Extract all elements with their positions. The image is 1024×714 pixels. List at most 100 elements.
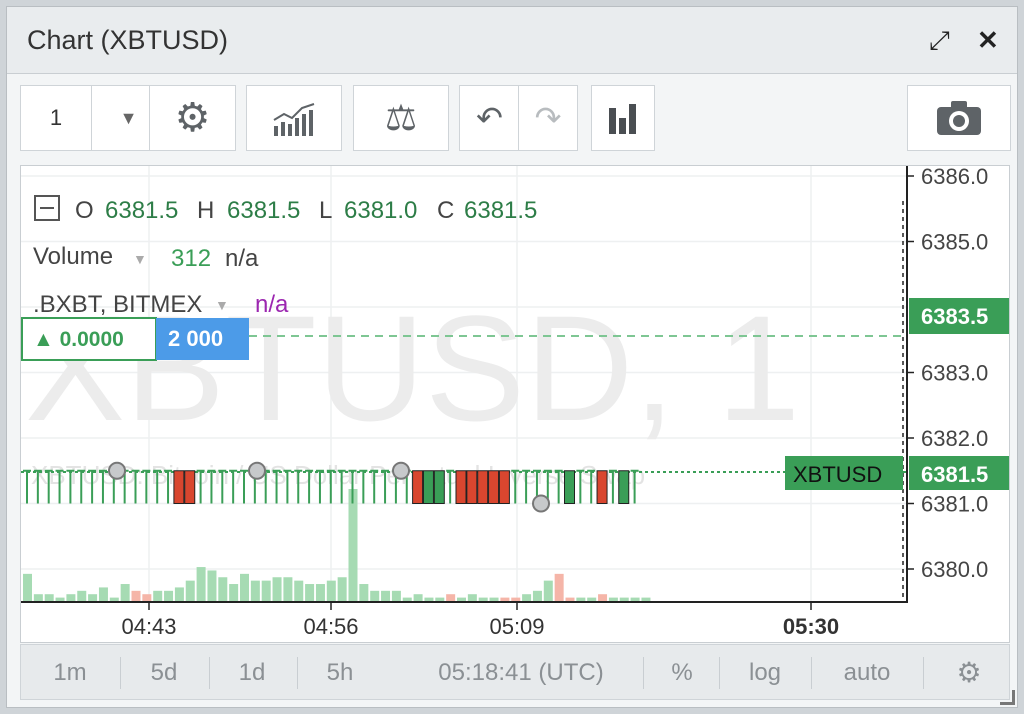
volume-na: n/a: [225, 245, 259, 272]
candle-up: [618, 470, 630, 504]
volume-bar: [153, 590, 163, 601]
settings-button[interactable]: ⚙: [149, 85, 236, 151]
low-value: 6381.0: [344, 197, 417, 224]
order-price-value: 6383.5: [921, 304, 988, 329]
time-axis-line: [21, 601, 907, 603]
scales-icon: ⚖: [384, 97, 418, 138]
volume-value: 312: [171, 245, 211, 272]
compare-button[interactable]: ⚖: [353, 85, 449, 151]
volume-bar: [174, 587, 184, 601]
percent-toggle[interactable]: %: [657, 645, 707, 701]
volume-bar: [576, 597, 586, 601]
order-quantity: 2 000: [168, 326, 223, 351]
volume-bar: [489, 597, 499, 601]
volume-bar: [250, 580, 260, 601]
volume-bar: [543, 580, 553, 601]
price-axis-border: [906, 166, 908, 603]
divider: [120, 657, 121, 689]
volume-bar: [337, 577, 347, 601]
close-icon[interactable]: ✕: [977, 27, 999, 53]
last-price-label: XBTUSD 6381.5: [785, 456, 1009, 490]
chart-area[interactable]: XBTUSD, 1 XBTUSD: Bitcoin / US Dollar Pe…: [20, 165, 1010, 643]
divider: [297, 657, 298, 689]
volume-bar: [608, 597, 618, 601]
order-widget[interactable]: ▲ 0.0000 2 000: [21, 317, 249, 361]
toolbar: 1 ▼ ⚙ ⚖ ↶ ↷: [7, 73, 1017, 167]
gear-icon: ⚙: [174, 96, 211, 140]
event-marker-icon: [248, 461, 266, 480]
volume-bar: [315, 584, 325, 601]
volume-bar: [641, 597, 651, 601]
price-tick-label: 6386.0: [921, 166, 988, 189]
indicators-button[interactable]: [246, 85, 342, 151]
chevron-down-icon[interactable]: ▼: [215, 297, 229, 313]
bottom-toolbar: 1m 5d 1d 5h 05:18:41 (UTC) % log auto ⚙: [20, 644, 1010, 700]
volume-bar: [294, 580, 304, 601]
candle-down: [477, 470, 489, 504]
event-marker-icon: [108, 461, 126, 480]
volume-bar: [120, 584, 130, 601]
volume-bar: [240, 573, 249, 601]
volume-bar: [164, 590, 174, 601]
price-tick-label: 6381.0: [921, 492, 988, 517]
volume-bar: [467, 594, 477, 601]
volume-bar: [587, 597, 597, 601]
volume-bar: [630, 597, 640, 601]
volume-bar: [402, 597, 412, 601]
order-price-label[interactable]: 6383.5: [909, 298, 1009, 334]
range-1d[interactable]: 1d: [221, 645, 283, 701]
range-1m[interactable]: 1m: [39, 645, 101, 701]
range-5h[interactable]: 5h: [309, 645, 371, 701]
divider: [811, 657, 812, 689]
volume-bar: [554, 573, 564, 601]
chevron-down-icon[interactable]: ▼: [133, 251, 147, 267]
volume-bar: [478, 597, 488, 601]
candle-down: [412, 470, 424, 504]
volume-bar: [435, 597, 445, 601]
volume-bar: [131, 590, 141, 601]
candle-down: [498, 470, 510, 504]
price-tick-label: 6382.0: [921, 426, 988, 451]
divider: [209, 657, 210, 689]
volume-bar: [142, 594, 152, 601]
price-tick-label: 6383.0: [921, 361, 988, 386]
volume-bar: [44, 594, 54, 601]
interval-select[interactable]: 1 ▼: [20, 85, 166, 151]
divider: [923, 657, 924, 689]
volume-bar: [326, 580, 336, 601]
volume-bar: [283, 577, 293, 601]
chart-window: Chart (XBTUSD) ⤢ ✕ 1 ▼ ⚙ ⚖ ↶ ↷ XBTUSD, 1…: [6, 6, 1018, 708]
index-label[interactable]: .BXBT, BITMEX: [33, 291, 202, 318]
volume-bar: [109, 597, 119, 601]
candle-down: [596, 470, 608, 504]
candle-down: [466, 470, 478, 504]
candle-up: [433, 470, 445, 504]
volume-bar: [424, 597, 434, 601]
utc-clock[interactable]: 05:18:41 (UTC): [421, 645, 621, 701]
volume-bar: [500, 597, 510, 601]
range-5d[interactable]: 5d: [133, 645, 195, 701]
volume-bars: [23, 489, 651, 601]
chart-type-button[interactable]: [591, 85, 655, 151]
divider: [643, 657, 644, 689]
camera-icon: [937, 101, 981, 135]
redo-button[interactable]: ↷: [518, 85, 578, 151]
volume-bar: [218, 577, 228, 601]
high-value: 6381.5: [227, 197, 300, 224]
auto-toggle[interactable]: auto: [827, 645, 907, 701]
expand-icon[interactable]: ⤢: [929, 27, 950, 53]
chart-canvas[interactable]: XBTUSD, 1 XBTUSD: Bitcoin / US Dollar Pe…: [21, 166, 1009, 642]
title-bar: Chart (XBTUSD) ⤢ ✕: [7, 7, 1017, 74]
volume-label[interactable]: Volume: [33, 243, 113, 270]
undo-button[interactable]: ↶: [459, 85, 520, 151]
candle-down: [184, 470, 196, 504]
volume-bar: [55, 597, 65, 601]
snapshot-button[interactable]: [907, 85, 1011, 151]
log-toggle[interactable]: log: [735, 645, 795, 701]
price-tick-label: 6380.0: [921, 557, 988, 582]
volume-bar: [391, 590, 401, 601]
candle-up: [564, 470, 575, 504]
resize-handle-icon[interactable]: [1000, 690, 1015, 705]
last-price-symbol: XBTUSD: [793, 462, 882, 487]
gear-icon[interactable]: ⚙: [941, 645, 997, 701]
